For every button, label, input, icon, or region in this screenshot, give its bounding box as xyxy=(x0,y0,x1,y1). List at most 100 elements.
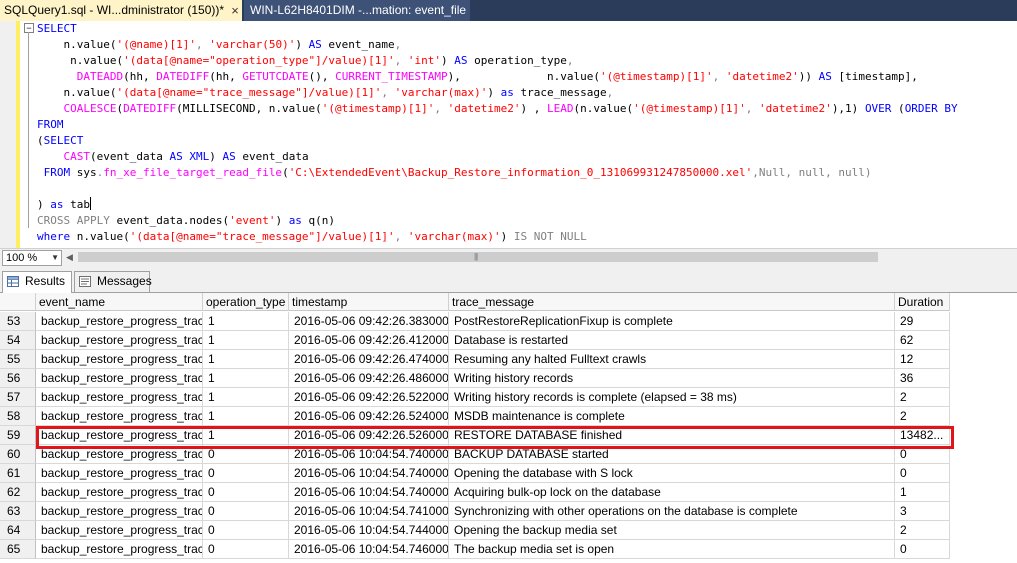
cell-duration[interactable]: 13482... xyxy=(895,426,950,445)
cell-event-name[interactable]: backup_restore_progress_trace xyxy=(36,426,203,445)
cell-event-name[interactable]: backup_restore_progress_trace xyxy=(36,483,203,502)
cell-operation-type[interactable]: 1 xyxy=(203,350,289,369)
cell-event-name[interactable]: backup_restore_progress_trace xyxy=(36,502,203,521)
cell-duration[interactable]: 12 xyxy=(895,350,950,369)
cell-timestamp[interactable]: 2016-05-06 10:04:54.7400000 xyxy=(289,464,449,483)
cell-timestamp[interactable]: 2016-05-06 09:42:26.3830000 xyxy=(289,312,449,331)
cell-operation-type[interactable]: 0 xyxy=(203,464,289,483)
cell-timestamp[interactable]: 2016-05-06 10:04:54.7410000 xyxy=(289,502,449,521)
cell-trace-message[interactable]: Synchronizing with other operations on t… xyxy=(449,502,895,521)
code-line[interactable]: COALESCE(DATEDIFF(MILLISECOND, n.value('… xyxy=(37,101,1017,117)
row-number[interactable]: 63 xyxy=(0,502,36,521)
table-row[interactable]: 57 backup_restore_progress_trace 1 2016-05-… xyxy=(0,388,950,407)
cell-duration[interactable]: 2 xyxy=(895,407,950,426)
code-line[interactable]: where n.value('(data[@name="trace_messag… xyxy=(37,229,1017,245)
query-editor[interactable]: − SELECT n.value('(@name)[1]', 'varchar(… xyxy=(0,21,1017,248)
scroll-left-icon[interactable]: ◀ xyxy=(66,250,73,264)
cell-trace-message[interactable]: BACKUP DATABASE started xyxy=(449,445,895,464)
code-line[interactable]: SELECT xyxy=(37,21,1017,37)
cell-event-name[interactable]: backup_restore_progress_trace xyxy=(36,521,203,540)
cell-timestamp[interactable]: 2016-05-06 09:42:26.5220000 xyxy=(289,388,449,407)
cell-timestamp[interactable]: 2016-05-06 10:04:54.7440000 xyxy=(289,521,449,540)
row-number[interactable]: 60 xyxy=(0,445,36,464)
cell-trace-message[interactable]: Opening the database with S lock xyxy=(449,464,895,483)
cell-duration[interactable]: 29 xyxy=(895,312,950,331)
cell-duration[interactable]: 1 xyxy=(895,483,950,502)
row-number[interactable]: 55 xyxy=(0,350,36,369)
cell-trace-message[interactable]: MSDB maintenance is complete xyxy=(449,407,895,426)
cell-operation-type[interactable]: 1 xyxy=(203,369,289,388)
results-grid[interactable]: event_name operation_type timestamp trac… xyxy=(0,293,1017,563)
row-number-header[interactable] xyxy=(0,293,36,311)
tab-sqlquery1[interactable]: SQLQuery1.sql - WI...dministrator (150))… xyxy=(0,0,242,21)
cell-operation-type[interactable]: 1 xyxy=(203,388,289,407)
column-header-event-name[interactable]: event_name xyxy=(36,293,203,311)
cell-trace-message[interactable]: Database is restarted xyxy=(449,331,895,350)
cell-trace-message[interactable]: Writing history records xyxy=(449,369,895,388)
cell-duration[interactable]: 36 xyxy=(895,369,950,388)
cell-timestamp[interactable]: 2016-05-06 09:42:26.4740000 xyxy=(289,350,449,369)
cell-timestamp[interactable]: 2016-05-06 10:04:54.7460000 xyxy=(289,540,449,559)
tab-event-file[interactable]: WIN-L62H8401DIM -...mation: event_file xyxy=(244,0,470,21)
table-row[interactable]: 65 backup_restore_progress_trace 0 2016-05-… xyxy=(0,540,950,559)
close-icon[interactable]: × xyxy=(229,0,241,21)
cell-event-name[interactable]: backup_restore_progress_trace xyxy=(36,445,203,464)
query-text[interactable]: SELECT n.value('(@name)[1]', 'varchar(50… xyxy=(37,21,1017,245)
cell-operation-type[interactable]: 0 xyxy=(203,483,289,502)
cell-event-name[interactable]: backup_restore_progress_trace xyxy=(36,331,203,350)
code-line[interactable]: ) as tab xyxy=(37,197,1017,213)
cell-operation-type[interactable]: 1 xyxy=(203,426,289,445)
tab-results[interactable]: Results xyxy=(2,271,72,293)
row-number[interactable]: 64 xyxy=(0,521,36,540)
cell-operation-type[interactable]: 1 xyxy=(203,407,289,426)
code-line[interactable]: CROSS APPLY event_data.nodes('event') as… xyxy=(37,213,1017,229)
code-line[interactable]: (SELECT xyxy=(37,133,1017,149)
row-number[interactable]: 56 xyxy=(0,369,36,388)
table-row[interactable]: 63 backup_restore_progress_trace 0 2016-05-… xyxy=(0,502,950,521)
code-line[interactable]: n.value('(@name)[1]', 'varchar(50)') AS … xyxy=(37,37,1017,53)
scrollbar-thumb[interactable] xyxy=(78,252,878,262)
cell-trace-message[interactable]: PostRestoreReplicationFixup is complete xyxy=(449,312,895,331)
cell-timestamp[interactable]: 2016-05-06 09:42:26.5260000 xyxy=(289,426,449,445)
table-row[interactable]: 62 backup_restore_progress_trace 0 2016-05-… xyxy=(0,483,950,502)
table-row[interactable]: 56 backup_restore_progress_trace 1 2016-05-… xyxy=(0,369,950,388)
cell-timestamp[interactable]: 2016-05-06 09:42:26.4120000 xyxy=(289,331,449,350)
table-row[interactable]: 55 backup_restore_progress_trace 1 2016-05-… xyxy=(0,350,950,369)
cell-duration[interactable]: 3 xyxy=(895,502,950,521)
cell-operation-type[interactable]: 0 xyxy=(203,540,289,559)
row-number[interactable]: 59 xyxy=(0,426,36,445)
column-header-trace-message[interactable]: trace_message xyxy=(449,293,895,311)
collapse-icon[interactable]: − xyxy=(24,23,34,33)
row-number[interactable]: 58 xyxy=(0,407,36,426)
cell-operation-type[interactable]: 1 xyxy=(203,312,289,331)
cell-operation-type[interactable]: 0 xyxy=(203,502,289,521)
cell-trace-message[interactable]: Opening the backup media set xyxy=(449,521,895,540)
cell-duration[interactable]: 62 xyxy=(895,331,950,350)
code-line[interactable]: n.value('(data[@name="operation_type"]/v… xyxy=(37,53,1017,69)
column-header-operation-type[interactable]: operation_type xyxy=(203,293,289,311)
cell-duration[interactable]: 0 xyxy=(895,445,950,464)
table-row[interactable]: 58 backup_restore_progress_trace 1 2016-05-… xyxy=(0,407,950,426)
column-header-timestamp[interactable]: timestamp xyxy=(289,293,449,311)
table-row[interactable]: 61 backup_restore_progress_trace 0 2016-05-… xyxy=(0,464,950,483)
cell-timestamp[interactable]: 2016-05-06 09:42:26.4860000 xyxy=(289,369,449,388)
table-row[interactable]: 59 backup_restore_progress_trace 1 2016-05-… xyxy=(0,426,950,445)
row-number[interactable]: 53 xyxy=(0,312,36,331)
cell-trace-message[interactable]: RESTORE DATABASE finished xyxy=(449,426,895,445)
cell-event-name[interactable]: backup_restore_progress_trace xyxy=(36,388,203,407)
code-line[interactable]: FROM xyxy=(37,117,1017,133)
cell-operation-type[interactable]: 0 xyxy=(203,445,289,464)
cell-duration[interactable]: 0 xyxy=(895,464,950,483)
cell-event-name[interactable]: backup_restore_progress_trace xyxy=(36,350,203,369)
cell-event-name[interactable]: backup_restore_progress_trace xyxy=(36,464,203,483)
cell-duration[interactable]: 2 xyxy=(895,521,950,540)
cell-event-name[interactable]: backup_restore_progress_trace xyxy=(36,312,203,331)
chevron-down-icon[interactable]: ▼ xyxy=(51,251,59,265)
code-line[interactable] xyxy=(37,181,1017,197)
code-line[interactable]: CAST(event_data AS XML) AS event_data xyxy=(37,149,1017,165)
horizontal-scrollbar[interactable]: ◀ ||| xyxy=(62,250,880,264)
cell-event-name[interactable]: backup_restore_progress_trace xyxy=(36,407,203,426)
cell-timestamp[interactable]: 2016-05-06 09:42:26.5240000 xyxy=(289,407,449,426)
cell-timestamp[interactable]: 2016-05-06 10:04:54.7400000 xyxy=(289,483,449,502)
cell-timestamp[interactable]: 2016-05-06 10:04:54.7400000 xyxy=(289,445,449,464)
